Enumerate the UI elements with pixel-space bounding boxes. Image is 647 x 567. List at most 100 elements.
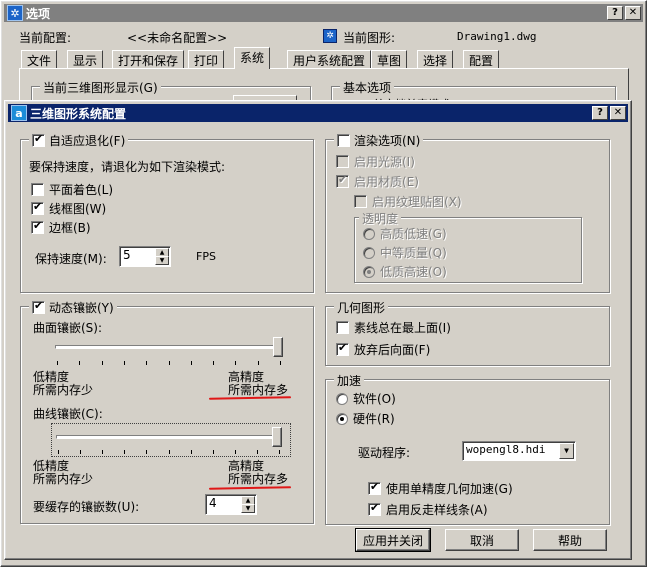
bounding-box-option[interactable]: 边框(B) xyxy=(31,219,91,236)
enable-texture-checkbox[interactable] xyxy=(354,195,367,208)
hardware-option[interactable]: 硬件(R) xyxy=(336,410,395,427)
slider-tick xyxy=(279,450,280,454)
acceleration-legend: 加速 xyxy=(334,372,365,389)
isolines-on-top-checkbox[interactable] xyxy=(336,321,349,334)
enable-lights-checkbox[interactable] xyxy=(336,155,349,168)
discard-backfaces-checkbox[interactable] xyxy=(336,341,349,356)
tab-display[interactable]: 显示 xyxy=(67,50,104,69)
apply-close-button[interactable]: 应用并关闭 xyxy=(355,528,431,552)
maintain-speed-input[interactable]: 5 ▲ ▼ xyxy=(119,246,171,267)
wireframe-checkbox[interactable] xyxy=(31,200,44,215)
surface-tessellation-slider[interactable] xyxy=(53,335,287,367)
slider-tick xyxy=(235,450,236,454)
adaptive-checkbox[interactable] xyxy=(32,132,45,147)
transparency-high-radio[interactable] xyxy=(363,227,375,240)
hardware-label: 硬件(R) xyxy=(353,412,395,426)
slider-tick xyxy=(213,361,214,365)
curve-low-memory: 所需内存少 xyxy=(33,472,94,486)
dialog-title: 三维图形系统配置 xyxy=(30,106,127,121)
adaptive-label: 自适应退化(F) xyxy=(49,134,126,148)
dialog-close-button[interactable]: ✕ xyxy=(610,106,626,120)
single-precision-checkbox[interactable] xyxy=(368,480,381,495)
bounding-box-label: 边框(B) xyxy=(49,221,91,235)
geometry-legend: 几何图形 xyxy=(334,299,389,316)
antialias-checkbox[interactable] xyxy=(368,501,381,516)
drawing-file-icon: ✲ xyxy=(323,29,337,43)
driver-value: wopengl8.hdi xyxy=(466,443,546,456)
flat-shading-checkbox[interactable] xyxy=(31,183,44,196)
curve-slider-thumb[interactable] xyxy=(272,427,282,447)
slider-tick xyxy=(146,450,147,454)
tab-drafting[interactable]: 草图 xyxy=(371,50,408,69)
driver-select[interactable]: wopengl8.hdi ▼ xyxy=(462,441,576,461)
isolines-on-top-option[interactable]: 素线总在最上面(I) xyxy=(336,319,451,336)
cache-tessellations-value: 4 xyxy=(209,496,217,510)
bounding-box-checkbox[interactable] xyxy=(31,219,44,234)
group-acceleration: 加速 软件(O) 硬件(R) 驱动程序: wopengl8.hdi ▼ 使用单精… xyxy=(325,372,610,525)
cancel-button[interactable]: 取消 xyxy=(445,529,519,551)
slider-tick xyxy=(146,361,147,365)
slider-tick xyxy=(169,361,170,365)
single-precision-option[interactable]: 使用单精度几何加速(G) xyxy=(368,480,513,497)
discard-backfaces-label: 放弃后向面(F) xyxy=(354,343,431,357)
transparency-low-quality[interactable]: 低质高速(O) xyxy=(363,263,447,280)
tab-user-preferences[interactable]: 用户系统配置 xyxy=(287,50,372,69)
tab-system[interactable]: 系统 xyxy=(234,47,271,69)
transparency-high-quality[interactable]: 高质低速(G) xyxy=(363,225,447,242)
cache-tessellations-label: 要缓存的镶嵌数(U): xyxy=(33,500,140,514)
antialias-option[interactable]: 启用反走样线条(A) xyxy=(368,501,488,518)
wireframe-option[interactable]: 线框图(W) xyxy=(31,200,106,217)
dialog-help-button[interactable]: ? xyxy=(592,106,608,120)
tab-selection[interactable]: 选择 xyxy=(417,50,454,69)
cache-spin-down[interactable]: ▼ xyxy=(241,504,255,513)
curve-slider-ticks xyxy=(58,450,280,454)
tab-profiles[interactable]: 配置 xyxy=(463,50,500,69)
group-basic-legend: 基本选项 xyxy=(340,79,395,96)
render-options-checkbox[interactable] xyxy=(337,134,350,147)
options-help-button[interactable]: ? xyxy=(607,6,623,20)
slider-tick xyxy=(235,361,236,365)
enable-materials-label: 启用材质(E) xyxy=(354,175,419,189)
flat-shading-label: 平面着色(L) xyxy=(49,183,114,197)
surface-slider-ticks xyxy=(57,361,281,365)
slider-tick xyxy=(124,450,125,454)
surface-tessellation-label: 曲面镶嵌(S): xyxy=(33,321,103,335)
transparency-low-radio[interactable] xyxy=(363,265,375,278)
software-radio[interactable] xyxy=(336,392,348,405)
render-options-legend: 渲染选项(N) xyxy=(334,132,424,149)
surface-slider-thumb[interactable] xyxy=(273,337,283,357)
transparency-medium-radio[interactable] xyxy=(363,246,375,259)
transparency-medium-quality[interactable]: 中等质量(Q) xyxy=(363,244,447,261)
options-close-button[interactable]: ✕ xyxy=(625,6,641,20)
software-option[interactable]: 软件(O) xyxy=(336,390,396,407)
tab-files[interactable]: 文件 xyxy=(21,50,58,69)
discard-backfaces-option[interactable]: 放弃后向面(F) xyxy=(336,341,430,358)
slider-tick xyxy=(57,361,58,365)
3d-graphics-config-dialog: a 三维图形系统配置 ? ✕ 自适应退化(F) 要保持速度，请退化为如下渲染模式… xyxy=(4,100,632,560)
flat-shading-option[interactable]: 平面着色(L) xyxy=(31,181,113,198)
group-transparency: 透明度 高质低速(G) 中等质量(Q) 低质高速(O) xyxy=(354,210,582,283)
slider-tick xyxy=(80,450,81,454)
help-button[interactable]: 帮助 xyxy=(533,529,607,551)
enable-materials-checkbox[interactable] xyxy=(336,173,349,188)
enable-lights-option[interactable]: 启用光源(I) xyxy=(336,153,415,170)
maintain-speed-value: 5 xyxy=(123,248,131,262)
cache-tessellations-input[interactable]: 4 ▲ ▼ xyxy=(205,494,257,515)
hardware-radio[interactable] xyxy=(336,412,348,425)
slider-tick xyxy=(169,450,170,454)
speed-spin-down[interactable]: ▼ xyxy=(155,256,169,265)
tab-plot[interactable]: 打印 xyxy=(188,50,225,69)
tab-open-save[interactable]: 打开和保存 xyxy=(112,50,185,69)
slider-tick xyxy=(124,361,125,365)
transparency-medium-label: 中等质量(Q) xyxy=(380,246,447,260)
slider-tick xyxy=(58,450,59,454)
current-drawing-value: Drawing1.dwg xyxy=(457,30,537,43)
chevron-down-icon[interactable]: ▼ xyxy=(559,443,574,459)
enable-materials-option[interactable]: 启用材质(E) xyxy=(336,173,419,190)
dynamic-tessellation-checkbox[interactable] xyxy=(32,299,45,314)
slider-tick xyxy=(102,450,103,454)
group-adaptive-degradation: 自适应退化(F) 要保持速度，请退化为如下渲染模式: 平面着色(L) 线框图(W… xyxy=(20,132,314,293)
enable-texture-option[interactable]: 启用纹理贴图(X) xyxy=(354,193,462,210)
maintain-speed-label: 保持速度(M): xyxy=(35,252,107,266)
curve-tessellation-slider[interactable] xyxy=(51,423,291,457)
